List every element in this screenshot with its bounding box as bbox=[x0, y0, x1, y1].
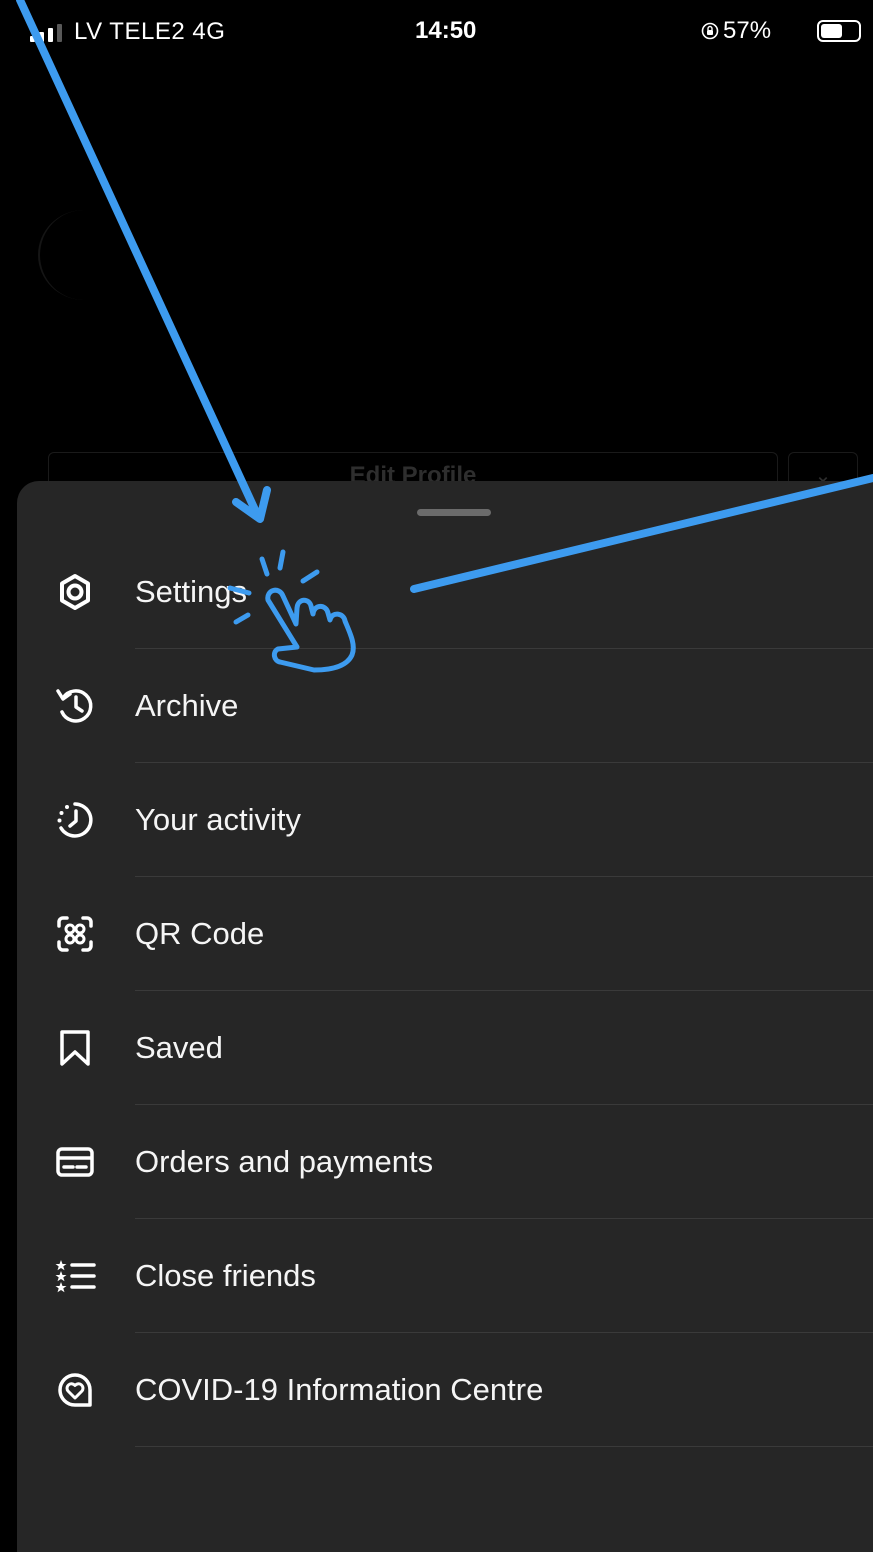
orientation-lock-icon bbox=[701, 22, 719, 40]
avatar bbox=[38, 210, 130, 300]
menu-item-label: Your activity bbox=[135, 802, 301, 837]
menu-item-saved[interactable]: Saved bbox=[17, 991, 873, 1105]
battery-percent: 57% bbox=[723, 17, 772, 44]
menu-item-label: Settings bbox=[135, 574, 248, 609]
activity-icon bbox=[57, 802, 93, 838]
covid-heart-icon bbox=[58, 1373, 92, 1407]
divider bbox=[135, 1446, 873, 1447]
menu-item-label: QR Code bbox=[135, 916, 265, 951]
menu-item-orders-and-payments[interactable]: Orders and payments bbox=[17, 1105, 873, 1219]
archive-clock-icon bbox=[56, 689, 93, 723]
status-bar: LV TELE2 4G 14:50 57% bbox=[0, 0, 873, 60]
instagram-profile-screen: LV TELE2 4G 14:50 57% Edit Profile ⌄ Set… bbox=[0, 0, 873, 1552]
menu-item-your-activity[interactable]: Your activity bbox=[17, 763, 873, 877]
menu-item-label: Close friends bbox=[135, 1258, 316, 1293]
sheet-grabber[interactable] bbox=[417, 509, 491, 516]
menu-item-qr-code[interactable]: QR Code bbox=[17, 877, 873, 991]
battery-icon bbox=[817, 20, 861, 42]
menu-item-settings[interactable]: Settings bbox=[17, 535, 873, 649]
bookmark-icon bbox=[60, 1030, 90, 1066]
menu-item-label: Archive bbox=[135, 688, 239, 723]
carrier-label: LV TELE2 4G bbox=[74, 18, 226, 45]
menu-item-label: Saved bbox=[135, 1030, 223, 1065]
qr-code-icon bbox=[57, 916, 93, 952]
menu-item-archive[interactable]: Archive bbox=[17, 649, 873, 763]
card-icon bbox=[56, 1147, 94, 1177]
signal-icon bbox=[30, 24, 62, 42]
clock: 14:50 bbox=[415, 17, 477, 44]
menu-item-close-friends[interactable]: Close friends bbox=[17, 1219, 873, 1333]
menu-item-label: COVID-19 Information Centre bbox=[135, 1372, 544, 1407]
gear-icon bbox=[60, 574, 90, 610]
close-friends-list-icon bbox=[55, 1260, 96, 1293]
menu-item-covid-information-centre[interactable]: COVID-19 Information Centre bbox=[17, 1333, 873, 1447]
options-bottom-sheet: Settings Archive Your activity QR Code S… bbox=[17, 481, 873, 1552]
menu-item-label: Orders and payments bbox=[135, 1144, 434, 1179]
